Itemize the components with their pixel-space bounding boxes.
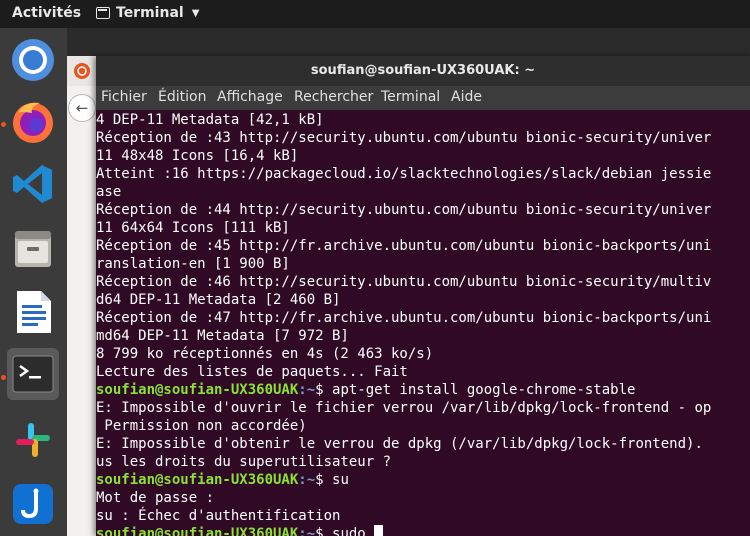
terminal-line: Lecture des listes de paquets... Fait — [96, 364, 408, 380]
terminal-line: d64 DEP-11 Metadata [2 460 B] — [96, 292, 341, 308]
terminal-line: Permission non accordée) — [96, 418, 307, 434]
menu-rechercher[interactable]: Rechercher — [294, 89, 373, 105]
file-cabinet-icon — [15, 231, 51, 267]
menu-terminal[interactable]: Terminal — [381, 89, 440, 105]
app-menu[interactable]: Terminal ▼ — [96, 5, 199, 21]
terminal-window[interactable]: soufian@soufian-UX360UAK: ~ Fichier Édit… — [96, 56, 750, 536]
dock-item-firefox[interactable] — [7, 96, 59, 148]
command-text: sudo — [332, 526, 375, 536]
joplin-icon — [13, 484, 53, 524]
terminal-prompt-line: soufian@soufian-UX360UAK:~$ sudo — [96, 525, 384, 536]
terminal-line: E: Impossible d'obtenir le verrou de dpk… — [96, 436, 712, 452]
menu-edition[interactable]: Édition — [158, 89, 206, 105]
prompt-sign: $ — [315, 472, 333, 488]
menu-affichage[interactable]: Affichage — [217, 89, 283, 105]
slack-icon — [16, 423, 50, 457]
command-text: su — [332, 472, 349, 488]
text-cursor — [374, 525, 384, 536]
ubuntu-icon — [74, 63, 90, 79]
background-tab[interactable] — [67, 56, 97, 86]
terminal-icon — [96, 7, 110, 19]
prompt-path: :~ — [298, 472, 316, 488]
dock-item-terminal[interactable] — [7, 348, 59, 400]
terminal-line: Réception de :45 http://fr.archive.ubunt… — [96, 238, 712, 254]
running-indicator — [1, 375, 6, 380]
terminal-prompt-line: soufian@soufian-UX360UAK:~$ su — [96, 471, 349, 489]
prompt-path: :~ — [298, 382, 316, 398]
dock-item-joplin[interactable] — [7, 478, 59, 530]
terminal-line: Réception de :46 http://security.ubuntu.… — [96, 274, 712, 290]
terminal-icon — [12, 355, 54, 393]
running-indicator — [1, 122, 6, 127]
app-menu-label: Terminal — [116, 5, 184, 21]
command-text: apt-get install google-chrome-stable — [332, 382, 636, 398]
terminal-line: 8 799 ko réceptionnés en 4s (2 463 ko/s) — [96, 346, 434, 362]
menu-fichier[interactable]: Fichier — [101, 89, 147, 105]
prompt-sign: $ — [315, 526, 333, 536]
prompt-user: soufian@soufian-UX360UAK — [96, 472, 299, 488]
terminal-line: ranslation-en [1 900 B] — [96, 256, 290, 272]
dock-item-slack[interactable] — [7, 414, 59, 466]
dock-item-vscode[interactable] — [7, 158, 59, 210]
firefox-icon — [13, 102, 53, 143]
dock-item-files[interactable] — [7, 222, 59, 274]
window-titlebar[interactable]: soufian@soufian-UX360UAK: ~ — [96, 56, 750, 86]
terminal-line: Réception de :47 http://fr.archive.ubunt… — [96, 310, 712, 326]
terminal-line: su : Échec d'authentification — [96, 508, 341, 524]
prompt-user: soufian@soufian-UX360UAK — [96, 526, 299, 536]
top-bar: Activités Terminal ▼ — [0, 0, 750, 28]
vscode-icon — [13, 165, 52, 203]
back-arrow-icon[interactable]: ← — [68, 94, 96, 122]
chromium-icon — [12, 39, 54, 81]
chevron-down-icon: ▼ — [191, 7, 200, 19]
terminal-line: 11 48x48 Icons [16,4 kB] — [96, 148, 299, 164]
window-title: soufian@soufian-UX360UAK: ~ — [310, 63, 536, 78]
terminal-line: md64 DEP-11 Metadata [7 972 B] — [96, 328, 349, 344]
dock-item-chromium[interactable] — [7, 34, 59, 86]
terminal-line: 11 64x64 Icons [111 kB] — [96, 220, 290, 236]
prompt-sign: $ — [315, 382, 333, 398]
terminal-line: Réception de :43 http://security.ubuntu.… — [96, 130, 712, 146]
terminal-line: 4 DEP-11 Metadata [42,1 kB] — [96, 112, 324, 128]
prompt-path: :~ — [298, 526, 316, 536]
dock-item-writer[interactable] — [7, 286, 59, 338]
activities-button[interactable]: Activités — [12, 5, 81, 21]
document-icon — [17, 291, 51, 333]
terminal-line: Réception de :44 http://security.ubuntu.… — [96, 202, 712, 218]
terminal-line: us les droits du superutilisateur ? — [96, 454, 392, 470]
terminal-line: ase — [96, 184, 122, 200]
terminal-output[interactable]: 4 DEP-11 Metadata [42,1 kB] Réception de… — [96, 110, 750, 536]
prompt-user: soufian@soufian-UX360UAK — [96, 382, 299, 398]
terminal-prompt-line: soufian@soufian-UX360UAK:~$ apt-get inst… — [96, 381, 635, 399]
terminal-line: Mot de passe : — [96, 490, 215, 506]
terminal-line: E: Impossible d'ouvrir le fichier verrou… — [96, 400, 712, 416]
terminal-line: Atteint :16 https://packagecloud.io/slac… — [96, 166, 712, 182]
menu-bar: Fichier Édition Affichage Rechercher Ter… — [96, 86, 750, 110]
menu-aide[interactable]: Aide — [451, 89, 482, 105]
dock — [0, 28, 67, 536]
